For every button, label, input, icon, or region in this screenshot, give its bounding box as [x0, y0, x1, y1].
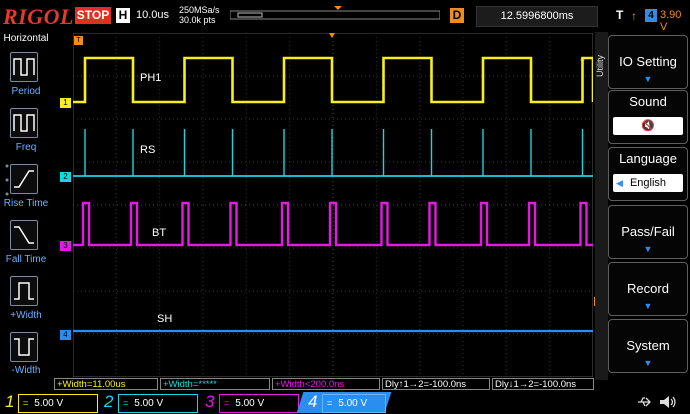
neg-width-label: -Width [11, 365, 41, 376]
trace-label-bt: BT [152, 227, 166, 239]
sound-title: Sound [629, 94, 667, 109]
measurement-text: +Width<200.0ns [275, 379, 345, 390]
ch2-number: 2 [104, 392, 114, 411]
sample-rate: 250MSa/s [179, 5, 220, 15]
acquisition-info: 250MSa/s 30.0k pts [179, 5, 220, 25]
pos-width-label: +Width [10, 310, 42, 321]
ch4-scale-box[interactable]: = 5.00 V [322, 394, 386, 413]
period-label: Period [11, 86, 41, 97]
measurement-fall-delay[interactable]: Dly↓1→2=-100.0ns [492, 378, 594, 390]
delay-badge: D [450, 8, 464, 23]
timebase-value[interactable]: 10.0us [136, 9, 169, 21]
trigger-time-marker[interactable]: T [74, 36, 83, 45]
chevron-down-icon: ▼ [643, 358, 653, 368]
record-button[interactable]: Record ▼ [608, 262, 688, 316]
ch3-ground-marker[interactable]: 3 [60, 241, 71, 251]
dc-coupling-icon: = [23, 398, 29, 408]
menu-close-icon[interactable]: ○ [580, 55, 585, 64]
freq-icon [13, 114, 35, 132]
trigger-level[interactable]: 3.90 V [660, 9, 690, 33]
language-selected: English [629, 177, 667, 189]
measure-freq-button[interactable] [10, 108, 38, 138]
trace-label-sh: SH [157, 313, 172, 325]
measurement-text: Dly↑1→2=-100.0ns [385, 379, 467, 390]
fall-time-label: Fall Time [5, 254, 47, 265]
measurement-ch3-width[interactable]: +Width<200.0ns [272, 378, 380, 390]
sound-mute-icon: 🔇 [613, 117, 683, 135]
measurement-text: +Width=***** [163, 379, 217, 390]
ch4-number: 4 [308, 392, 318, 411]
ch2-ground-marker[interactable]: 2 [60, 172, 71, 182]
language-button[interactable]: Language ◀ English [608, 147, 688, 201]
usb-icon [638, 397, 651, 407]
ch4-ground-marker[interactable]: 4 [60, 330, 71, 340]
trace-label-rs: RS [140, 144, 155, 156]
measure-fall-time-button[interactable] [10, 220, 38, 250]
ch1-scale-box[interactable]: = 5.00 V [18, 394, 98, 413]
ch1-ground-marker[interactable]: 1 [60, 98, 71, 108]
ch3-number: 3 [205, 392, 215, 411]
period-icon [13, 58, 35, 76]
horizontal-badge: H [116, 8, 130, 23]
measurement-text: Dly↓1→2=-100.0ns [495, 379, 577, 390]
language-value: ◀ English [613, 174, 683, 192]
measure-neg-width-button[interactable] [10, 332, 38, 362]
pass-fail-button[interactable]: Pass/Fail ▼ [608, 205, 688, 259]
ch4-scale: 5.00 V [338, 398, 368, 409]
chevron-down-icon: ▼ [643, 74, 653, 84]
memory-depth: 30.0k pts [179, 15, 216, 25]
fall-time-icon [14, 226, 34, 244]
dc-coupling-icon: = [123, 398, 129, 408]
measure-period-button[interactable] [10, 52, 38, 82]
measurement-rise-delay[interactable]: Dly↑1→2=-100.0ns [382, 378, 490, 390]
brand-logo: RIGOL [3, 4, 74, 29]
sound-button[interactable]: Sound 🔇 [608, 90, 688, 144]
delay-value[interactable]: 12.5996800ms [476, 6, 598, 27]
pass-fail-title: Pass/Fail [621, 224, 675, 239]
measurement-ch2-width[interactable]: +Width=***** [160, 378, 270, 390]
dc-coupling-icon: = [224, 398, 230, 408]
io-setting-title: IO Setting [619, 54, 677, 69]
ch2-scale-box[interactable]: = 5.00 V [118, 394, 198, 413]
ch3-scale: 5.00 V [235, 398, 265, 409]
menu-page-indicator [5, 164, 9, 196]
utility-tab[interactable] [595, 32, 608, 380]
run-stop-status[interactable]: STOP [75, 7, 111, 24]
dc-coupling-icon: = [327, 398, 333, 408]
ch3-scale-box[interactable]: = 5.00 V [219, 394, 299, 413]
trigger-source[interactable]: 4 [645, 9, 657, 22]
trigger-badge: T [616, 8, 624, 22]
system-button[interactable]: System ▼ [608, 319, 688, 373]
ch1-scale: 5.00 V [34, 398, 64, 409]
measurement-ch1-width[interactable]: +Width=11.00us [54, 378, 158, 390]
memory-overview-bar [230, 6, 440, 20]
neg-width-icon [14, 338, 34, 356]
language-title: Language [619, 151, 677, 166]
utility-tab-label: Utility [595, 55, 605, 77]
trace-label-ph1: PH1 [140, 72, 161, 84]
left-menu-title: Horizontal [3, 33, 49, 44]
freq-label: Freq [15, 142, 37, 153]
measure-rise-time-button[interactable] [10, 164, 38, 194]
chevron-down-icon: ▼ [643, 301, 653, 311]
pos-width-icon [14, 282, 34, 300]
waveform-display[interactable]: PH1 RS BT SH [73, 33, 593, 377]
ch2-scale: 5.00 V [134, 398, 164, 409]
chevron-left-icon: ◀ [616, 178, 623, 188]
chevron-down-icon: ▼ [643, 244, 653, 254]
system-title: System [626, 338, 670, 353]
rise-time-icon [14, 170, 34, 188]
measurement-text: +Width=11.00us [57, 379, 126, 390]
speaker-icon[interactable] [658, 394, 678, 410]
record-title: Record [627, 281, 669, 296]
ch1-number: 1 [5, 392, 15, 411]
trigger-edge-icon: ↑ [631, 9, 637, 23]
io-setting-button[interactable]: IO Setting ▼ [608, 35, 688, 89]
measure-pos-width-button[interactable] [10, 276, 38, 306]
